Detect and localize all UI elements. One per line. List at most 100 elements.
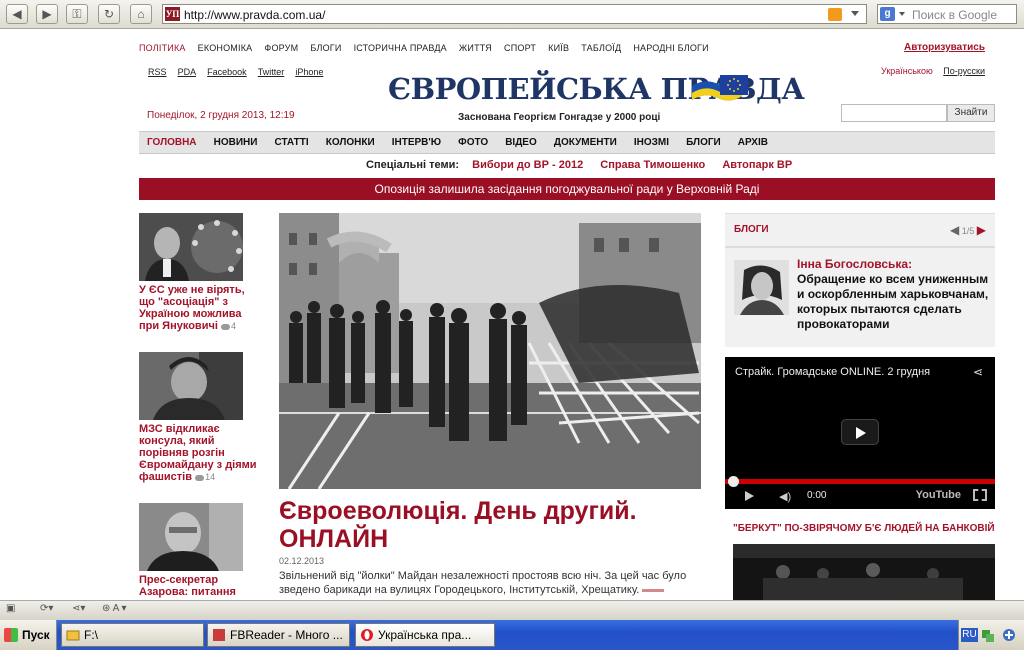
sub-link[interactable]: Facebook xyxy=(207,67,247,77)
special-topic-link[interactable]: Вибори до ВР - 2012 xyxy=(472,159,583,171)
comment-count-value: 4 xyxy=(230,321,236,331)
network-icon[interactable] xyxy=(981,627,995,643)
panel-icon[interactable]: ▣ xyxy=(6,603,15,614)
share-icon[interactable]: ⋖ xyxy=(973,365,985,379)
news-thumbnail[interactable] xyxy=(139,213,243,281)
video-thumbnail[interactable] xyxy=(733,544,995,600)
video-title[interactable]: Страйк. Громадське ONLINE. 2 грудня xyxy=(735,366,930,378)
news-caption[interactable]: Прес-секретар Азарова: питання xyxy=(139,574,236,598)
back-button[interactable]: ◀ xyxy=(6,4,28,24)
prev-arrow-icon[interactable]: ◀ xyxy=(950,223,959,237)
taskbar-item[interactable]: Українська пра... xyxy=(355,623,495,647)
volume-icon[interactable]: ◀) xyxy=(779,490,793,503)
key-icon[interactable]: ⚿ xyxy=(66,4,88,24)
windows-logo-icon xyxy=(4,628,18,642)
top-nav-item[interactable]: КИЇВ xyxy=(548,43,569,53)
home-button[interactable]: ⌂ xyxy=(130,4,152,24)
breaking-news-banner[interactable]: Опозиція залишила засідання погоджувальн… xyxy=(139,178,995,200)
main-nav-item[interactable]: СТАТТІ xyxy=(274,137,308,148)
special-topic-link[interactable]: Справа Тимошенко xyxy=(600,159,705,171)
browser-search[interactable]: g Поиск в Google xyxy=(877,4,1017,24)
top-nav-item[interactable]: ТАБЛОЇД xyxy=(581,43,621,53)
main-nav-item[interactable]: ФОТО xyxy=(458,137,488,148)
reload-button[interactable]: ↻ xyxy=(98,4,120,24)
play-button[interactable] xyxy=(841,419,879,445)
video-progress-bar[interactable] xyxy=(725,479,995,484)
main-nav-item[interactable]: НОВИНИ xyxy=(214,137,258,148)
social-links: RSS PDA Facebook Twitter iPhone xyxy=(148,66,331,78)
next-arrow-icon[interactable]: ▶ xyxy=(977,223,986,237)
rss-feed-icon[interactable] xyxy=(828,8,842,21)
youtube-logo[interactable]: YouTube xyxy=(916,489,961,501)
top-nav-item[interactable]: ПОЛІТИКА xyxy=(139,43,186,53)
news-thumbnail[interactable] xyxy=(139,352,243,420)
main-nav-item[interactable]: ДОКУМЕНТИ xyxy=(554,137,617,148)
main-nav-item[interactable]: КОЛОНКИ xyxy=(326,137,375,148)
top-nav-item[interactable]: ФОРУМ xyxy=(264,43,298,53)
news-item[interactable]: У ЄС уже не вірять, що "асоціація" з Укр… xyxy=(139,213,263,332)
top-nav: ПОЛІТИКА ЕКОНОМІКА ФОРУМ БЛОГИ ІСТОРИЧНА… xyxy=(139,42,718,56)
video-headline[interactable]: "БЕРКУТ" ПО-ЗВІРЯЧОМУ Б'Є ЛЮДЕЙ НА БАНКО… xyxy=(733,523,995,534)
main-nav-item[interactable]: ГОЛОВНА xyxy=(147,137,197,148)
url-text[interactable]: http://www.pravda.com.ua/ xyxy=(184,8,325,22)
top-nav-item[interactable]: ЖИТТЯ xyxy=(459,43,492,53)
sub-link[interactable]: PDA xyxy=(178,67,197,77)
main-nav-item[interactable]: ІНОЗМІ xyxy=(634,137,669,148)
sub-link[interactable]: RSS xyxy=(148,67,167,77)
system-tray: RU xyxy=(958,620,1024,650)
sub-link[interactable]: iPhone xyxy=(295,67,323,77)
top-nav-item[interactable]: СПОРТ xyxy=(504,43,536,53)
video-player[interactable]: Страйк. Громадське ONLINE. 2 грудня ⋖ ◀)… xyxy=(725,357,995,509)
lang-ru-link[interactable]: По-русски xyxy=(943,66,985,76)
taskbar-item[interactable]: F:\ xyxy=(61,623,204,647)
taskbar-item[interactable]: FBReader - Много ... xyxy=(207,623,350,647)
special-topic-link[interactable]: Автопарк ВР xyxy=(722,159,792,171)
blog-author[interactable]: Інна Богословська: xyxy=(797,257,912,271)
addon-icon[interactable]: ⊛ A ▾ xyxy=(102,603,127,614)
blog-title[interactable]: Обращение ко всем униженным и оскорбленн… xyxy=(797,272,989,332)
address-bar[interactable]: УП http://www.pravda.com.ua/ xyxy=(162,4,867,24)
read-more-icon[interactable] xyxy=(642,588,665,592)
video-time: 0:00 xyxy=(807,490,827,501)
tray-app-icon[interactable] xyxy=(1001,627,1017,643)
news-item[interactable]: Прес-секретар Азарова: питання xyxy=(139,503,263,598)
main-nav-item[interactable]: ВІДЕО xyxy=(505,137,537,148)
main-nav-item[interactable]: АРХІВ xyxy=(738,137,768,148)
news-thumbnail[interactable] xyxy=(139,503,243,571)
main-headline[interactable]: Євроеволюція. День другий. ОНЛАЙН xyxy=(279,497,699,553)
rss-dropdown-icon[interactable] xyxy=(851,11,859,16)
main-nav-item[interactable]: ІНТЕРВ'Ю xyxy=(392,137,441,148)
control-play-icon[interactable] xyxy=(745,491,754,501)
sync-icon[interactable]: ⟳▾ xyxy=(40,603,53,614)
start-label: Пуск xyxy=(22,628,50,642)
news-item[interactable]: МЗС відкликає консула, який порівняв роз… xyxy=(139,352,263,483)
google-icon[interactable]: g xyxy=(880,7,895,21)
sub-link[interactable]: Twitter xyxy=(258,67,285,77)
main-nav-item[interactable]: БЛОГИ xyxy=(686,137,721,148)
share-icon[interactable]: ⋖▾ xyxy=(72,603,85,614)
blogs-title[interactable]: БЛОГИ xyxy=(734,224,769,235)
top-nav-item[interactable]: ЕКОНОМІКА xyxy=(198,43,253,53)
site-search-button[interactable]: Знайти xyxy=(947,104,995,122)
web-page: ПОЛІТИКА ЕКОНОМІКА ФОРУМ БЛОГИ ІСТОРИЧНА… xyxy=(0,30,1024,600)
main-news-photo[interactable] xyxy=(279,213,701,489)
pager-text: 1/5 xyxy=(961,226,975,236)
start-button[interactable]: Пуск xyxy=(0,620,57,650)
blogger-photo[interactable] xyxy=(734,260,789,315)
divider xyxy=(725,246,995,248)
top-nav-item[interactable]: НАРОДНІ БЛОГИ xyxy=(633,43,708,53)
keyboard-language-indicator[interactable]: RU xyxy=(961,628,978,642)
top-nav-item[interactable]: БЛОГИ xyxy=(310,43,341,53)
comment-bubble-icon xyxy=(220,323,230,330)
comment-count-value: 14 xyxy=(205,472,216,482)
top-nav-item[interactable]: ІСТОРИЧНА ПРАВДА xyxy=(354,43,447,53)
video-progress-handle[interactable] xyxy=(728,476,739,487)
fullscreen-icon[interactable] xyxy=(973,489,987,501)
blogs-block: БЛОГИ ◀ 1/5 ▶ Інна Богословська: Обращен… xyxy=(725,213,995,347)
search-placeholder[interactable]: Поиск в Google xyxy=(912,8,997,22)
site-search-input[interactable] xyxy=(841,104,947,122)
login-link[interactable]: Авторизуватись xyxy=(904,42,985,53)
lang-ua-link[interactable]: Українською xyxy=(881,66,933,76)
forward-button[interactable]: ▶ xyxy=(36,4,58,24)
search-engine-dropdown-icon[interactable] xyxy=(899,12,905,16)
